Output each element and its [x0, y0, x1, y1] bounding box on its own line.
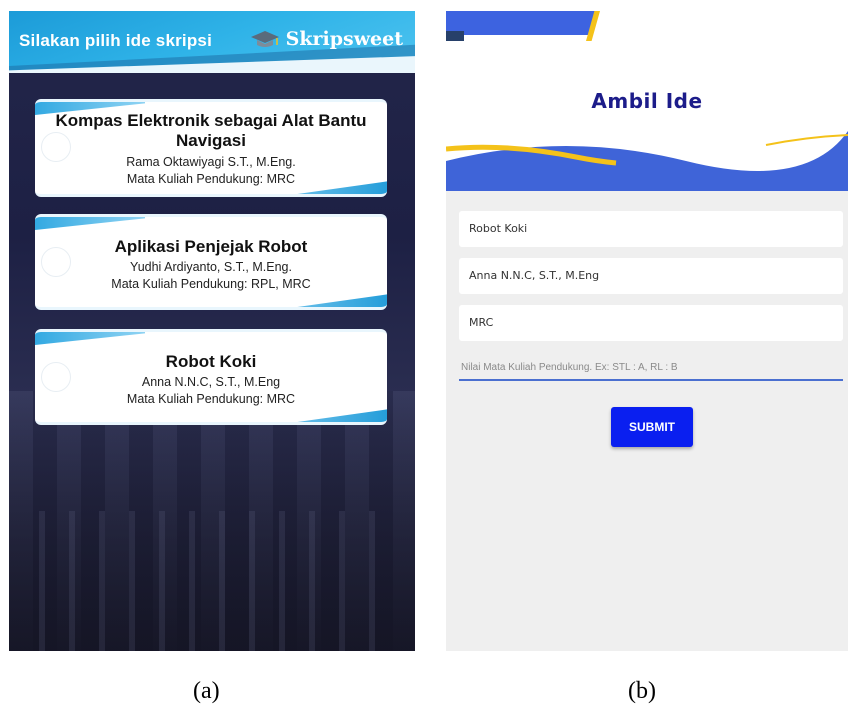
brand-name: Skripsweet	[285, 28, 403, 50]
page-title: Ambil Ide	[591, 89, 703, 113]
submit-button[interactable]: SUBMIT	[611, 407, 693, 447]
header-wave	[446, 125, 848, 191]
idea-course: Mata Kuliah Pendukung: MRC	[126, 392, 296, 406]
graduation-cap-icon	[250, 31, 279, 47]
idea-title: Aplikasi Penjejak Robot	[114, 237, 308, 256]
idea-supervisor: Yudhi Ardiyanto, S.T., M.Eng.	[130, 260, 292, 274]
caption-a: (a)	[193, 678, 220, 704]
form-header: Ambil Ide	[446, 11, 848, 191]
idea-title-field[interactable]: Robot Koki	[459, 211, 843, 247]
header-title: Silakan pilih ide skripsi	[19, 31, 213, 50]
idea-course: Mata Kuliah Pendukung: RPL, MRC	[111, 277, 311, 291]
card-decoration	[237, 293, 387, 307]
brand-logo: Skripsweet	[250, 28, 403, 50]
idea-card[interactable]: Aplikasi Penjejak Robot Yudhi Ardiyanto,…	[35, 214, 387, 310]
grade-input[interactable]	[459, 355, 843, 381]
card-decoration	[237, 408, 387, 422]
take-idea-screen: Ambil Ide Robot Koki Anna N.N.C, S.T., M…	[446, 11, 848, 651]
card-body: Kompas Elektronik sebagai Alat Bantu Nav…	[35, 102, 387, 188]
header-decoration	[446, 11, 596, 35]
idea-supervisor: Anna N.N.C, S.T., M.Eng	[141, 375, 281, 389]
idea-title: Kompas Elektronik sebagai Alat Bantu Nav…	[55, 111, 367, 150]
idea-card[interactable]: Kompas Elektronik sebagai Alat Bantu Nav…	[35, 99, 387, 197]
card-body: Aplikasi Penjejak Robot Yudhi Ardiyanto,…	[35, 217, 387, 293]
idea-course: Mata Kuliah Pendukung: MRC	[126, 172, 296, 186]
card-body: Robot Koki Anna N.N.C, S.T., M.Eng Mata …	[35, 332, 387, 408]
idea-supervisor: Rama Oktawiyagi S.T., M.Eng.	[126, 155, 296, 169]
background-photo	[9, 391, 415, 651]
header-decoration	[446, 31, 464, 41]
idea-list-screen: Silakan pilih ide skripsi Skripsweet Kom…	[9, 11, 415, 651]
course-field[interactable]: MRC	[459, 305, 843, 341]
idea-title: Robot Koki	[165, 352, 257, 371]
supervisor-field[interactable]: Anna N.N.C, S.T., M.Eng	[459, 258, 843, 294]
app-header: Silakan pilih ide skripsi Skripsweet	[9, 11, 415, 73]
caption-b: (b)	[628, 678, 656, 704]
idea-card[interactable]: Robot Koki Anna N.N.C, S.T., M.Eng Mata …	[35, 329, 387, 425]
